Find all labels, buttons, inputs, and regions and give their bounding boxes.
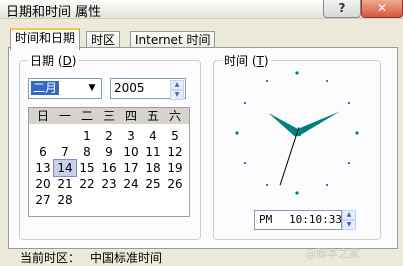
calendar-day[interactable]: 8 (76, 144, 98, 160)
calendar-day[interactable]: 9 (98, 144, 120, 160)
clock-hour-mark (355, 131, 359, 135)
calendar-day[interactable]: 11 (142, 144, 164, 160)
calendar-day[interactable]: 21 (54, 176, 76, 192)
chevron-down-icon[interactable]: ▼ (84, 80, 100, 97)
calendar-day[interactable]: 20 (32, 176, 54, 192)
help-button[interactable]: ? (323, 0, 361, 18)
clock-hour-mark (243, 101, 247, 105)
date-group-title: 日期 (D) (28, 52, 79, 69)
clock-hour-mark (243, 161, 247, 165)
calendar-day[interactable]: 22 (76, 176, 98, 192)
clock-hour-mark (265, 79, 269, 83)
year-spinner[interactable]: 2005 ▲ ▼ (110, 78, 186, 100)
watermark: @脚本之家 (305, 247, 360, 260)
date-group: 日期 (D) 二月 ▼ 2005 ▲ ▼ 日一二三四五六 1 2 3 4 5 6 7 8 9 10 1… (19, 52, 201, 240)
clock-minute-hand (292, 111, 340, 137)
timezone-value: 中国标准时间 (90, 251, 163, 265)
calendar-day[interactable]: 10 (120, 144, 142, 160)
clock-hour-mark (295, 71, 299, 75)
time-ampm: PM (259, 213, 273, 226)
clock-hour-mark (325, 183, 329, 187)
title-bar: 日期和时间 属性 ? ✕ (0, 0, 403, 20)
clock-hour-mark (265, 183, 269, 187)
tab-panel: 日期 (D) 二月 ▼ 2005 ▲ ▼ 日一二三四五六 1 2 3 4 5 6 7 8 9 10 1… (8, 47, 398, 249)
calendar-day[interactable]: 14 (53, 159, 77, 177)
tab-time-and-date[interactable]: 时间和日期 (10, 28, 81, 50)
weekday-header-cell: 四 (124, 109, 137, 123)
calendar-day[interactable]: 1 (76, 128, 98, 144)
spin-down-icon[interactable]: ▼ (342, 220, 356, 230)
clock-hour-mark (347, 101, 351, 105)
calendar-day[interactable]: 25 (142, 176, 164, 192)
calendar-day[interactable]: 27 (32, 192, 54, 208)
clock-hour-mark (325, 79, 329, 83)
calendar-day[interactable]: 18 (142, 160, 164, 176)
year-value: 2005 (114, 81, 145, 95)
calendar-day[interactable]: 24 (120, 176, 142, 192)
time-spinner[interactable]: ▲ ▼ (342, 210, 356, 230)
spin-down-icon[interactable]: ▼ (170, 90, 184, 100)
spin-up-icon[interactable]: ▲ (170, 80, 184, 90)
calendar-day[interactable]: 2 (98, 128, 120, 144)
clock-hour-mark (347, 161, 351, 165)
time-group: 时间 (T) PM 10:10:33 ▲ ▼ (213, 52, 381, 240)
calendar-day[interactable]: 5 (164, 128, 186, 144)
calendar-day[interactable]: 13 (32, 160, 54, 176)
clock-hour-mark (295, 191, 299, 195)
analog-clock (235, 71, 359, 195)
calendar-day[interactable]: 17 (120, 160, 142, 176)
calendar-day[interactable]: 12 (164, 144, 186, 160)
weekday-header-cell: 日 (36, 109, 49, 123)
month-value: 二月 (31, 81, 60, 95)
timezone-line: 当前时区： 中国标准时间 (20, 249, 162, 266)
month-dropdown[interactable]: 二月 ▼ (28, 78, 102, 99)
calendar-grid: 日一二三四五六 1 2 3 4 5 6 7 8 9 10 11 12 13 14 15 16 17 18 19 20 21… (28, 107, 190, 217)
calendar-day[interactable]: 15 (76, 160, 98, 176)
time-input[interactable]: PM 10:10:33 (254, 210, 342, 230)
calendar-day[interactable]: 3 (120, 128, 142, 144)
timezone-label: 当前时区： (20, 251, 81, 265)
calendar-day[interactable]: 16 (98, 160, 120, 176)
weekday-header-cell: 六 (168, 109, 181, 123)
window-title: 日期和时间 属性 (6, 5, 102, 20)
weekday-header-cell: 二 (80, 109, 93, 123)
weekday-header-cell: 三 (102, 109, 115, 123)
clock-second-hand (279, 127, 300, 186)
spin-up-icon[interactable]: ▲ (342, 210, 356, 220)
weekday-header-cell: 五 (146, 109, 159, 123)
calendar-day[interactable]: 26 (164, 176, 186, 192)
weekday-header-cell: 一 (58, 109, 71, 123)
time-group-title: 时间 (T) (222, 52, 271, 69)
calendar-day[interactable]: 7 (54, 144, 76, 160)
calendar-day[interactable]: 6 (32, 144, 54, 160)
tab-internet-time[interactable]: Internet 时间 (130, 31, 216, 48)
clock-hour-mark (235, 131, 239, 135)
calendar-day[interactable]: 19 (164, 160, 186, 176)
tab-timezone[interactable]: 时区 (86, 31, 121, 48)
calendar-day[interactable]: 28 (54, 192, 76, 208)
calendar-day[interactable]: 4 (142, 128, 164, 144)
close-button[interactable]: ✕ (361, 0, 403, 18)
time-value: 10:10:33 (289, 213, 342, 226)
calendar-day[interactable]: 23 (98, 176, 120, 192)
